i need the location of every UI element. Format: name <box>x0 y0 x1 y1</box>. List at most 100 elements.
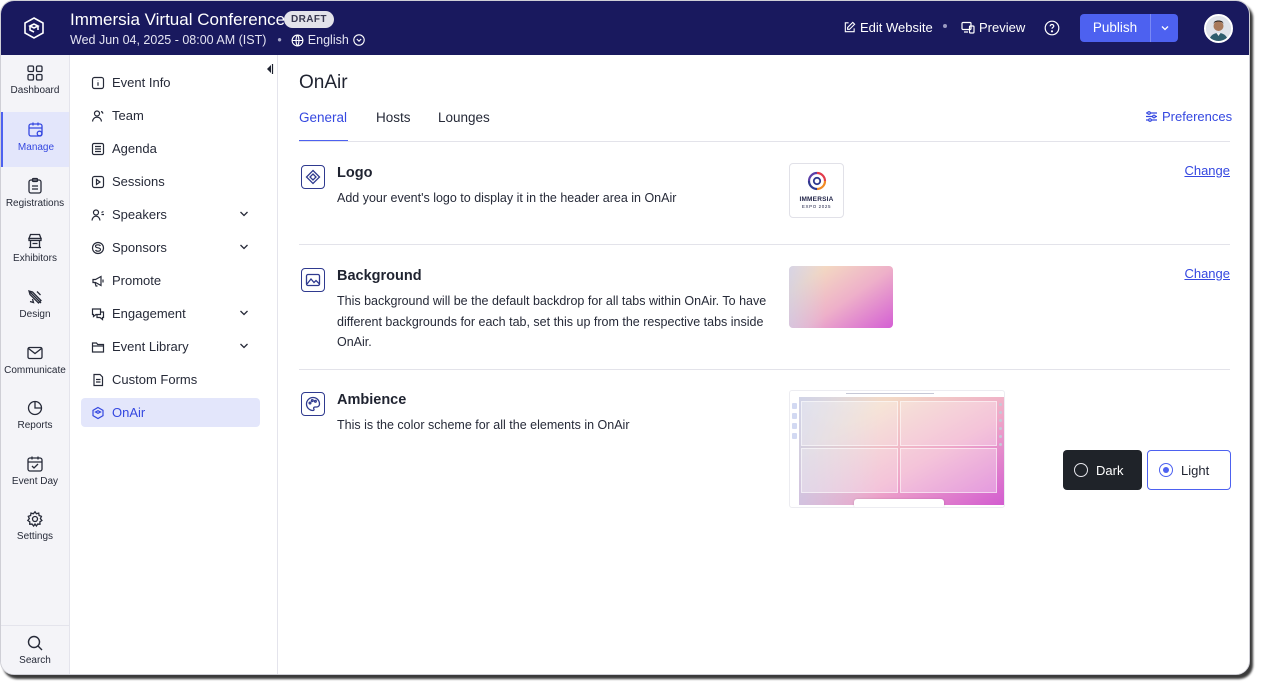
immersia-swirl-logo <box>807 171 827 191</box>
sponsor-icon <box>91 241 105 254</box>
grid-icon <box>27 65 43 81</box>
section-description: Add your event's logo to display it in t… <box>337 191 677 205</box>
palette-icon <box>301 392 325 416</box>
background-preview <box>789 266 893 328</box>
language-selector[interactable]: English <box>291 33 369 47</box>
image-icon <box>301 268 325 292</box>
tabs-divider <box>299 141 1230 142</box>
publish-dropdown-button[interactable] <box>1150 14 1178 42</box>
calendar-check-icon <box>27 456 43 472</box>
chevron-down-icon <box>240 244 248 250</box>
ambience-light-option[interactable]: Light <box>1147 450 1231 490</box>
preferences-button[interactable]: Preferences <box>1145 109 1232 124</box>
rail-item-search[interactable]: Search <box>1 626 69 674</box>
nav-label: Team <box>112 108 144 123</box>
speaker-icon <box>91 208 104 221</box>
rail-label: Registrations <box>5 198 65 209</box>
onair-icon <box>92 406 104 419</box>
event-subline: Wed Jun 04, 2025 - 08:00 AM (IST) • Engl… <box>70 33 369 47</box>
section-description: This background will be the default back… <box>337 294 767 349</box>
publish-label: Publish <box>1092 20 1138 35</box>
preview-rail-item <box>792 403 797 409</box>
main-content: OnAir General Hosts Lounges Preferences … <box>278 55 1249 674</box>
nav-item-speakers[interactable]: Speakers <box>81 200 260 229</box>
preview-label: Preview <box>979 20 1026 35</box>
logo-section: Logo Add your event's logo to display it… <box>299 163 1230 243</box>
logo-brand-sub: EXPO 2025 <box>801 204 832 209</box>
nav-item-agenda[interactable]: Agenda <box>81 134 260 163</box>
publish-button[interactable]: Publish <box>1080 14 1178 42</box>
rail-label: Settings <box>16 531 54 542</box>
nav-item-onair[interactable]: OnAir <box>81 398 260 427</box>
edit-website-button[interactable]: Edit Website <box>843 20 933 35</box>
rail-item-reports[interactable]: Reports <box>1 390 69 445</box>
section-title: Logo <box>337 165 373 181</box>
nav-item-sponsors[interactable]: Sponsors <box>81 233 260 262</box>
nav-item-engagement[interactable]: Engagement <box>81 299 260 328</box>
change-background-link[interactable]: Change <box>1184 266 1230 281</box>
nav-item-sessions[interactable]: Sessions <box>81 167 260 196</box>
ambience-preview <box>789 390 1005 508</box>
ambience-dark-option[interactable]: Dark <box>1063 450 1142 490</box>
help-icon[interactable] <box>1044 20 1060 41</box>
mail-icon <box>27 346 43 360</box>
top-bar: Immersia Virtual Conference DRAFT Wed Ju… <box>1 1 1249 55</box>
language-label: English <box>307 33 349 47</box>
collapse-left-icon <box>267 64 274 74</box>
preview-pane <box>801 448 898 493</box>
section-title: Ambience <box>337 392 407 408</box>
nav-item-promote[interactable]: Promote <box>81 266 260 295</box>
event-datetime: Wed Jun 04, 2025 - 08:00 AM (IST) <box>70 33 267 47</box>
tab-hosts[interactable]: Hosts <box>376 110 411 125</box>
separator-dot: • <box>277 33 282 47</box>
preview-pane <box>900 448 997 493</box>
preview-rail-item <box>792 413 797 419</box>
header-separator <box>943 24 947 28</box>
tab-general[interactable]: General <box>299 110 347 125</box>
agenda-icon <box>91 142 105 155</box>
nav-label: Sessions <box>112 174 165 189</box>
collapse-sidebar-button[interactable] <box>264 62 274 76</box>
section-title: Background <box>337 268 422 284</box>
app-logo-icon[interactable] <box>21 15 47 41</box>
secondary-nav: Event Info Team Agenda Sessions Speakers… <box>70 55 278 674</box>
play-square-icon <box>91 175 105 188</box>
rail-item-registrations[interactable]: Registrations <box>1 168 69 223</box>
nav-label: Event Library <box>112 339 189 354</box>
preview-button[interactable]: Preview <box>961 20 1025 35</box>
pie-chart-icon <box>27 400 43 416</box>
edit-website-label: Edit Website <box>860 20 933 35</box>
radio-button-selected <box>1159 463 1173 477</box>
user-avatar[interactable] <box>1204 14 1233 43</box>
nav-item-event-info[interactable]: Event Info <box>81 68 260 97</box>
chat-bubbles-icon <box>91 307 105 321</box>
nav-item-custom-forms[interactable]: Custom Forms <box>81 365 260 394</box>
edit-icon <box>844 21 856 33</box>
rail-label: Reports <box>17 420 53 431</box>
tab-lounges[interactable]: Lounges <box>438 110 490 125</box>
chevron-down-icon <box>1161 26 1168 31</box>
app-window: Immersia Virtual Conference DRAFT Wed Ju… <box>0 0 1250 675</box>
ambience-section: Ambience This is the color scheme for al… <box>299 390 1231 520</box>
change-logo-link[interactable]: Change <box>1184 163 1230 178</box>
calendar-gear-icon <box>28 122 43 137</box>
radio-button <box>1074 463 1088 477</box>
rail-search-section: Search <box>1 625 69 674</box>
rail-item-communicate[interactable]: Communicate <box>1 335 69 390</box>
booth-icon <box>28 233 42 249</box>
preview-devices-icon <box>961 21 975 34</box>
preview-pane <box>900 401 997 446</box>
rail-item-event-day[interactable]: Event Day <box>1 446 69 501</box>
preview-header-line <box>846 393 934 394</box>
rail-item-design[interactable]: Design <box>1 279 69 334</box>
rail-item-manage[interactable]: Manage <box>1 112 69 167</box>
nav-item-event-library[interactable]: Event Library <box>81 332 260 361</box>
nav-label: Agenda <box>112 141 157 156</box>
preview-dock <box>854 499 944 507</box>
rail-item-exhibitors[interactable]: Exhibitors <box>1 223 69 278</box>
rail-item-settings[interactable]: Settings <box>1 501 69 556</box>
nav-label: OnAir <box>112 405 146 420</box>
rail-item-dashboard[interactable]: Dashboard <box>1 55 69 110</box>
primary-nav-rail: Dashboard Manage Registrations Exhibitor… <box>1 55 70 674</box>
nav-item-team[interactable]: Team <box>81 101 260 130</box>
